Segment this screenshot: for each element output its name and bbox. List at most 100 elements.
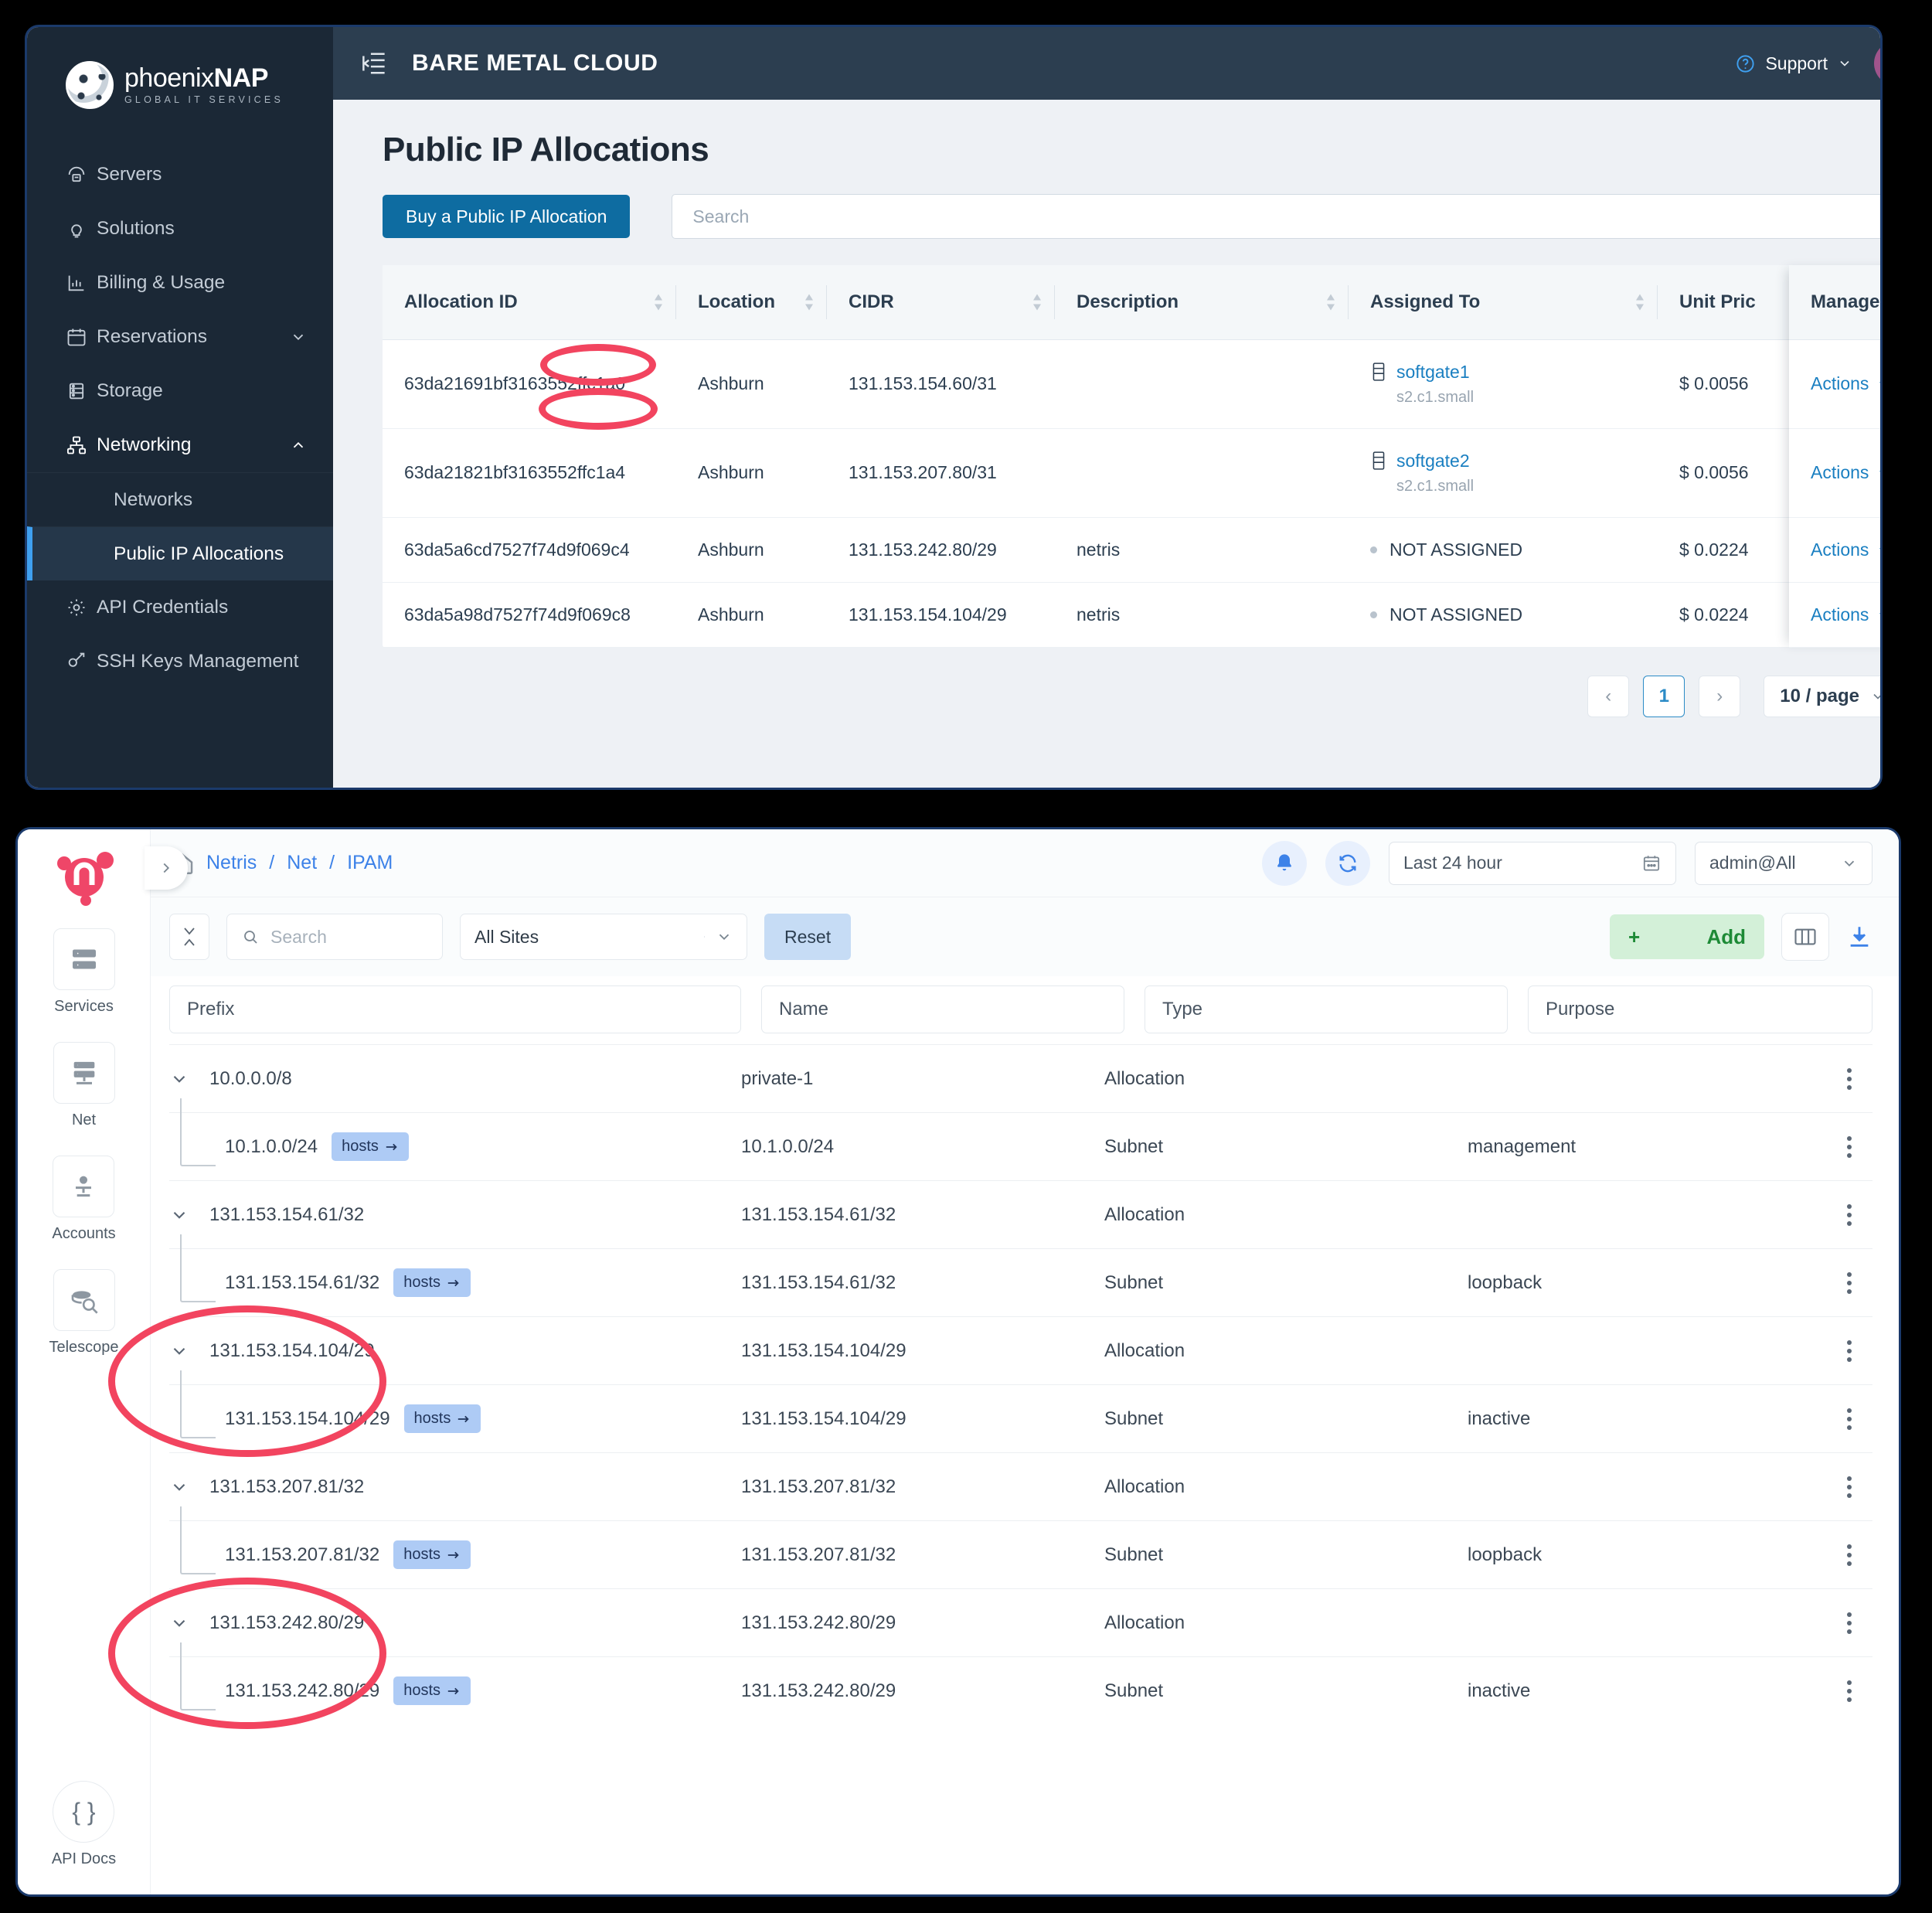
table-row[interactable]: 63da21821bf3163552ffc1a4 Ashburn 131.153… [383, 428, 1883, 517]
column-cidr[interactable]: CIDR [827, 265, 1055, 339]
rail-item-net[interactable]: Net [53, 1042, 115, 1129]
actions-dropdown[interactable]: Actions [1811, 462, 1883, 483]
sort-icon[interactable] [1634, 294, 1645, 310]
actions-dropdown[interactable]: Actions [1811, 604, 1883, 625]
next-page-button[interactable]: › [1699, 676, 1740, 717]
expand-chevron-icon[interactable] [169, 1477, 196, 1497]
table-row[interactable]: 10.0.0.0/8 private-1 Allocation [169, 1044, 1872, 1112]
assigned-server-link[interactable]: softgate1 [1370, 362, 1658, 383]
column-location[interactable]: Location [676, 265, 827, 339]
expand-chevron-icon[interactable] [169, 1613, 196, 1633]
filter-prefix[interactable]: Prefix [169, 985, 741, 1033]
search-input[interactable] [692, 206, 1878, 227]
row-menu-button[interactable] [1826, 1544, 1872, 1566]
table-row[interactable]: 131.153.242.80/29 hosts 131.153.242.80/2… [169, 1656, 1872, 1724]
rail-item-telescope[interactable]: Telescope [49, 1269, 118, 1356]
column-assigned-to[interactable]: Assigned To [1349, 265, 1658, 339]
table-row[interactable]: 131.153.154.104/29 hosts 131.153.154.104… [169, 1384, 1872, 1452]
expand-chevron-icon[interactable] [169, 1205, 196, 1225]
site-filter-select[interactable]: All Sites [460, 914, 747, 960]
sidebar-item-reservations[interactable]: Reservations [27, 310, 333, 364]
expand-chevron-icon[interactable] [169, 1069, 196, 1089]
table-row[interactable]: 131.153.154.104/29 131.153.154.104/29 Al… [169, 1316, 1872, 1384]
reset-button[interactable]: Reset [764, 914, 851, 960]
row-menu-button[interactable] [1826, 1068, 1872, 1090]
chevron-up-icon[interactable] [290, 437, 307, 454]
column-unit-price[interactable]: Unit Pric [1658, 265, 1789, 339]
prev-page-button[interactable]: ‹ [1587, 676, 1629, 717]
actions-dropdown[interactable]: Actions [1811, 540, 1883, 560]
sidebar-item-solutions[interactable]: Solutions [27, 202, 333, 256]
expand-chevron-icon[interactable] [169, 1341, 196, 1361]
row-menu-button[interactable] [1826, 1272, 1872, 1294]
actions-dropdown[interactable]: Actions [1811, 373, 1883, 394]
sidebar-item-ssh-keys-management[interactable]: SSH Keys Management [27, 635, 333, 689]
column-settings-button[interactable] [1781, 913, 1829, 961]
add-button[interactable]: + Add [1610, 914, 1764, 959]
netris-search-box[interactable] [226, 914, 443, 960]
table-row[interactable]: 131.153.207.81/32 hosts 131.153.207.81/3… [169, 1520, 1872, 1588]
support-button[interactable]: Support [1735, 53, 1852, 74]
row-menu-button[interactable] [1826, 1476, 1872, 1498]
sidebar-item-networking[interactable]: Networking [27, 418, 333, 472]
filter-name[interactable]: Name [761, 985, 1124, 1033]
table-row[interactable]: 131.153.154.61/32 hosts 131.153.154.61/3… [169, 1248, 1872, 1316]
sidebar-item-public-ip-allocations[interactable]: Public IP Allocations [27, 526, 333, 580]
table-row[interactable]: 131.153.207.81/32 131.153.207.81/32 Allo… [169, 1452, 1872, 1520]
filter-type[interactable]: Type [1145, 985, 1508, 1033]
collapse-rows-button[interactable] [169, 914, 209, 960]
netris-logo[interactable] [51, 846, 117, 908]
table-row[interactable]: 63da21691bf3163552ffc1a0 Ashburn 131.153… [383, 339, 1883, 428]
collapse-sidebar-icon[interactable] [361, 52, 387, 75]
rail-item-accounts[interactable]: Accounts [52, 1156, 115, 1243]
filter-purpose[interactable]: Purpose [1528, 985, 1872, 1033]
column-allocation-id[interactable]: Allocation ID [383, 265, 676, 339]
row-menu-button[interactable] [1826, 1680, 1872, 1702]
hosts-chip-button[interactable]: hosts [393, 1268, 471, 1297]
search-icon[interactable] [1878, 206, 1883, 226]
page-number-1[interactable]: 1 [1643, 676, 1685, 717]
download-button[interactable] [1846, 924, 1872, 950]
table-row[interactable]: 131.153.154.61/32 131.153.154.61/32 Allo… [169, 1180, 1872, 1248]
breadcrumb-netris[interactable]: Netris [206, 852, 257, 874]
sort-icon[interactable] [1032, 294, 1043, 310]
hosts-chip-button[interactable]: hosts [393, 1540, 471, 1569]
chevron-down-icon[interactable] [290, 328, 307, 345]
sort-icon[interactable] [653, 294, 664, 310]
date-range-picker[interactable]: Last 24 hour [1389, 842, 1676, 885]
assigned-server-link[interactable]: softgate2 [1370, 451, 1658, 471]
page-size-select[interactable]: 10 / page [1764, 676, 1883, 717]
breadcrumb-ipam[interactable]: IPAM [347, 852, 393, 874]
hosts-chip-button[interactable]: hosts [332, 1132, 409, 1161]
row-menu-button[interactable] [1826, 1408, 1872, 1430]
hosts-chip-button[interactable]: hosts [404, 1404, 481, 1433]
sort-icon[interactable] [804, 294, 815, 310]
refresh-button[interactable] [1325, 841, 1370, 886]
notifications-button[interactable] [1262, 841, 1307, 886]
row-menu-button[interactable] [1826, 1204, 1872, 1226]
rail-item-api-docs[interactable]: { } API Docs [52, 1781, 116, 1868]
sidebar-item-storage[interactable]: Storage [27, 364, 333, 418]
sidebar-item-api-credentials[interactable]: API Credentials [27, 580, 333, 635]
sort-icon[interactable] [1325, 294, 1336, 310]
row-menu-button[interactable] [1826, 1136, 1872, 1158]
table-row[interactable]: 63da5a98d7527f74d9f069c8 Ashburn 131.153… [383, 582, 1883, 647]
table-row[interactable]: 63da5a6cd7527f74d9f069c4 Ashburn 131.153… [383, 517, 1883, 582]
row-menu-button[interactable] [1826, 1340, 1872, 1362]
table-row[interactable]: 10.1.0.0/24 hosts 10.1.0.0/24 Subnet man… [169, 1112, 1872, 1180]
table-row[interactable]: 131.153.242.80/29 131.153.242.80/29 Allo… [169, 1588, 1872, 1656]
panel-expand-handle[interactable] [145, 846, 188, 890]
avatar[interactable]: GP [1874, 41, 1883, 86]
hosts-chip-button[interactable]: hosts [393, 1676, 471, 1705]
column-description[interactable]: Description [1055, 265, 1349, 339]
breadcrumb-net[interactable]: Net [287, 852, 317, 874]
rail-item-services[interactable]: Services [53, 928, 115, 1016]
sidebar-item-billing-usage[interactable]: Billing & Usage [27, 256, 333, 310]
phoenixnap-logo[interactable]: phoenixNAP GLOBAL IT SERVICES [27, 27, 333, 143]
sidebar-item-servers[interactable]: Servers [27, 148, 333, 202]
sidebar-item-networks[interactable]: Networks [27, 472, 333, 526]
search-box[interactable] [672, 194, 1883, 239]
row-menu-button[interactable] [1826, 1612, 1872, 1634]
account-select[interactable]: admin@All [1695, 842, 1872, 885]
buy-public-ip-allocation-button[interactable]: Buy a Public IP Allocation [383, 195, 630, 238]
